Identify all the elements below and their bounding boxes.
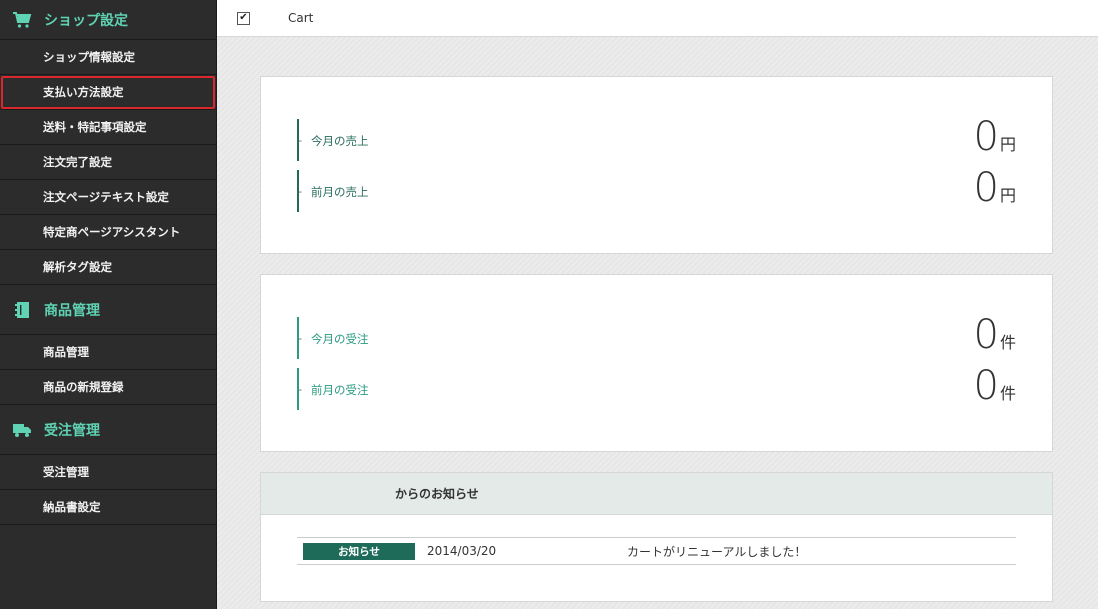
stat-row-sales-this-month: 今月の売上 0 円 [297,117,1016,161]
stat-unit: 円 [999,186,1016,205]
news-text[interactable]: カートがリニューアルしました！ [627,543,806,560]
news-badge: お知らせ [303,542,415,560]
sidebar-item-payment-settings[interactable]: 支払い方法設定 [0,75,216,110]
sidebar-item-shipping[interactable]: 送料・特記事項設定 [0,110,216,145]
cart-icon [12,10,32,30]
stat-number: 0 [973,165,999,211]
news-card: からのお知らせ お知らせ 2014/03/20 カートがリニューアルしました！ [260,472,1053,602]
stat-unit: 件 [999,333,1016,352]
stat-label: 前月の売上 [298,184,368,200]
stat-value: 0 円 [974,117,1016,157]
sidebar-item-shop-info[interactable]: ショップ情報設定 [0,40,216,75]
stat-row-orders-this-month: 今月の受注 0 件 [297,315,1016,359]
sidebar-item-analytics-tag[interactable]: 解析タグ設定 [0,250,216,285]
sidebar-item-delivery-slip[interactable]: 納品書設定 [0,490,216,525]
stat-number: 0 [973,312,999,358]
stat-row-orders-last-month: 前月の受注 0 件 [297,366,1016,410]
stat-unit: 件 [999,384,1016,403]
stat-value: 0 件 [974,366,1016,406]
sidebar-item-order-page-text[interactable]: 注文ページテキスト設定 [0,180,216,215]
sidebar-item-order-complete[interactable]: 注文完了設定 [0,145,216,180]
menu-checkbox[interactable]: ✔ [237,11,250,25]
notebook-icon [12,300,32,320]
sidebar-item-orders[interactable]: 受注管理 [0,455,216,490]
stat-unit: 円 [999,135,1016,154]
sales-card: 今月の売上 0 円 前月の売上 0 円 [260,76,1053,254]
stat-number: 0 [973,114,999,160]
section-product-management[interactable]: 商品管理 [0,285,216,335]
stat-number: 0 [973,363,999,409]
news-heading: からのお知らせ [261,473,1052,515]
sidebar-item-products[interactable]: 商品管理 [0,335,216,370]
stat-label: 今月の受注 [298,331,368,347]
news-item[interactable]: お知らせ 2014/03/20 カートがリニューアルしました！ [297,537,1016,565]
stat-value: 0 件 [974,315,1016,355]
sidebar-item-new-product[interactable]: 商品の新規登録 [0,370,216,405]
section-order-management[interactable]: 受注管理 [0,405,216,455]
section-title: 受注管理 [44,422,100,439]
section-title: ショップ設定 [44,12,128,29]
orders-card: 今月の受注 0 件 前月の受注 0 件 [260,274,1053,452]
sidebar: ショップ設定 ショップ情報設定 支払い方法設定 送料・特記事項設定 注文完了設定… [0,0,217,609]
section-shop-settings[interactable]: ショップ設定 [0,0,216,40]
sidebar-item-legal-assistant[interactable]: 特定商ページアシスタント [0,215,216,250]
section-title: 商品管理 [44,302,100,319]
brand-name: Cart [288,11,314,25]
news-date: 2014/03/20 [427,544,497,558]
truck-icon [12,420,32,440]
stat-row-sales-last-month: 前月の売上 0 円 [297,168,1016,212]
stat-label: 今月の売上 [298,133,368,149]
stat-label: 前月の受注 [298,382,368,398]
stat-value: 0 円 [974,168,1016,208]
top-bar: ✔ Cart [217,0,1098,37]
main-content: 今月の売上 0 円 前月の売上 0 円 今月の受注 0 件 前 [217,37,1098,609]
